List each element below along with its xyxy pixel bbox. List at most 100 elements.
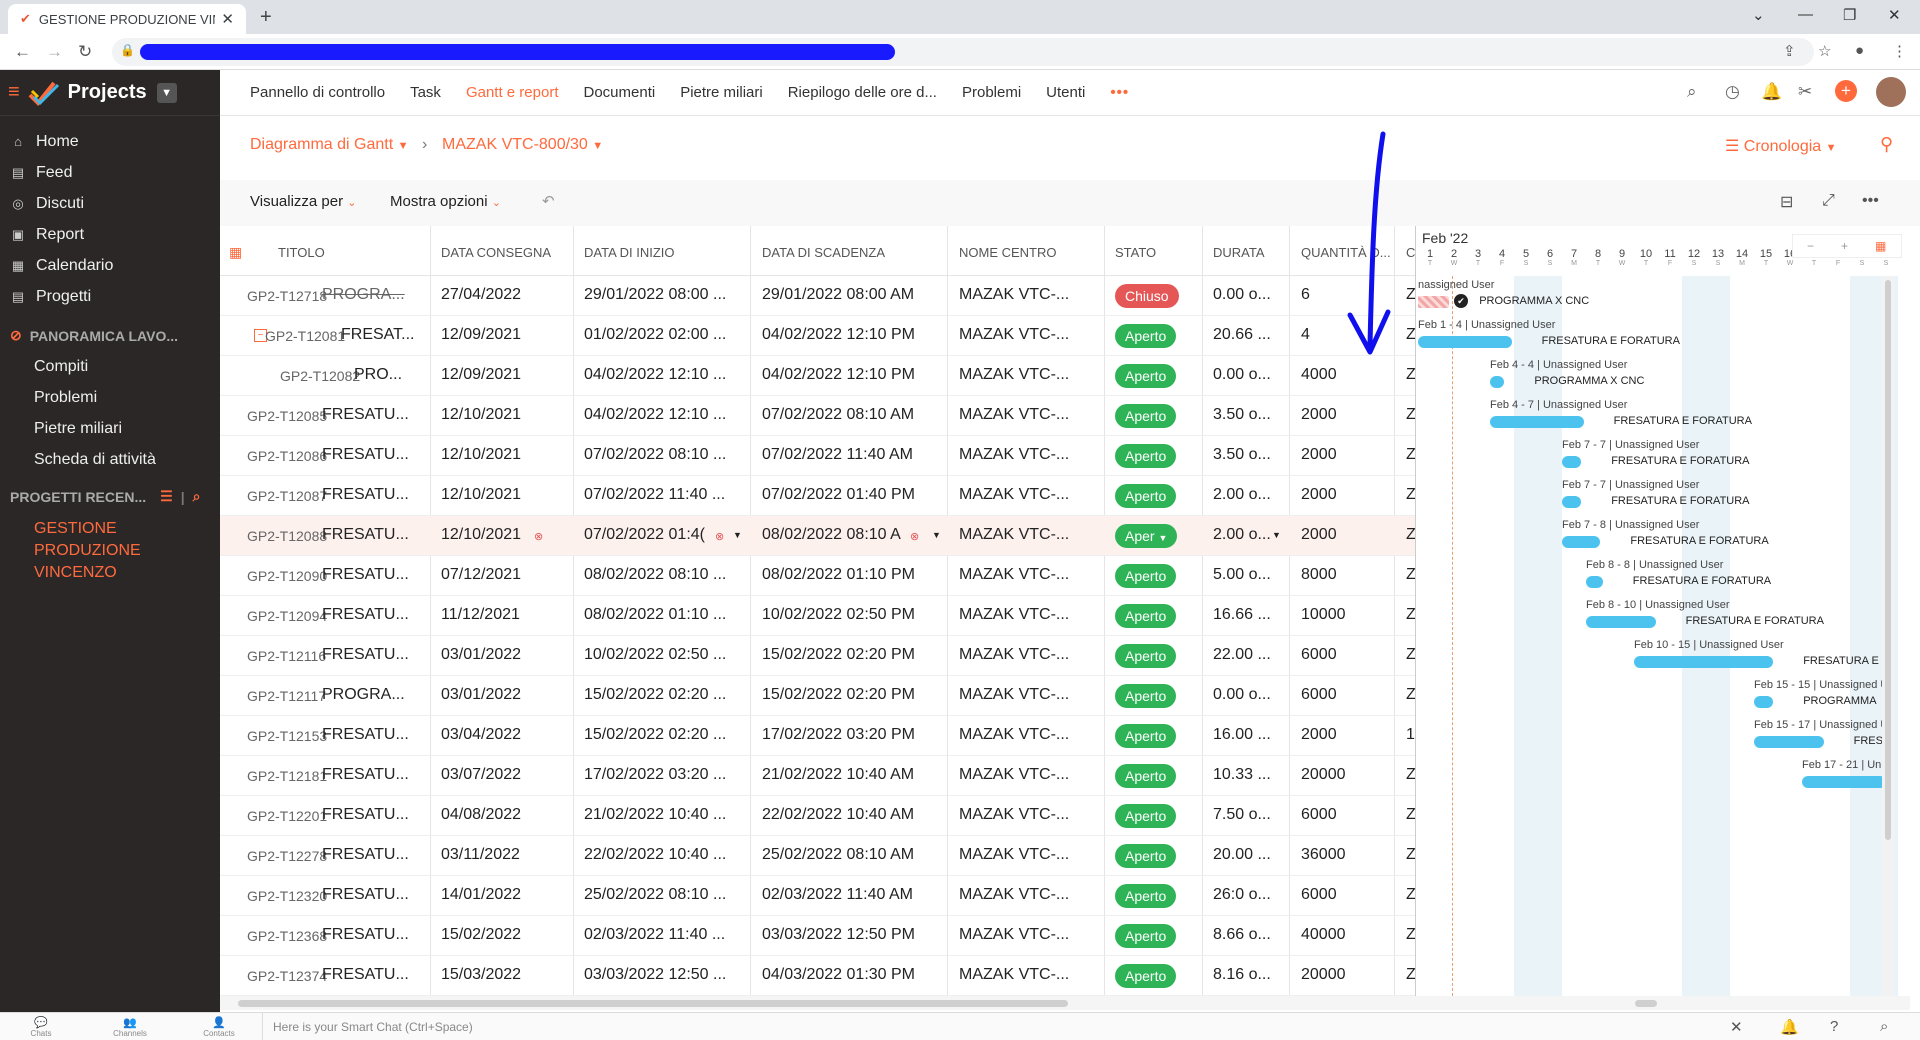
sidebar-subitem-compiti[interactable]: Compiti — [0, 351, 220, 382]
table-row[interactable]: GP2-T12116 FRESATU... 03/01/2022 10/02/2022… — [220, 636, 1415, 676]
status-badge[interactable]: Chiuso — [1115, 284, 1179, 308]
cell-quantita[interactable]: 4 — [1301, 326, 1310, 344]
header-data-inizio[interactable]: DATA DI INIZIO — [584, 245, 675, 260]
vertical-scrollbar[interactable] — [1882, 276, 1894, 996]
task-title[interactable]: FRESATU... — [322, 646, 428, 664]
sidebar-subitem-pietre-miliari[interactable]: Pietre miliari — [0, 413, 220, 444]
cell-nome-centro[interactable]: MAZAK VTC-... — [959, 326, 1069, 344]
gantt-task-bar[interactable] — [1562, 496, 1582, 508]
gantt-horizontal-scrollbar[interactable] — [1415, 996, 1910, 1010]
grid-horizontal-scrollbar[interactable] — [220, 996, 1415, 1010]
table-row[interactable]: GP2-T12153 FRESATU... 03/04/2022 15/02/2022… — [220, 716, 1415, 756]
cell-quantita[interactable]: 6000 — [1301, 686, 1337, 704]
cell-data-consegna[interactable]: 12/09/2021 — [441, 366, 521, 384]
search-icon[interactable]: ⌕ — [1687, 82, 1697, 102]
minimize-icon[interactable]: — — [1798, 6, 1813, 23]
table-row[interactable]: GP2-T12094 FRESATU... 11/12/2021 08/02/2022… — [220, 596, 1415, 636]
status-badge[interactable]: Aperto — [1115, 604, 1177, 628]
clear-date-icon[interactable]: ⊗ — [534, 530, 543, 543]
cell-nome-centro[interactable]: MAZAK VTC-... — [959, 486, 1069, 504]
cell-data-inizio[interactable]: 03/03/2022 12:50 ... — [584, 966, 726, 984]
table-row[interactable]: GP2-T12086 FRESATU... 12/10/2021 07/02/2022… — [220, 436, 1415, 476]
status-badge[interactable]: Aperto — [1115, 364, 1177, 388]
cell-data-inizio[interactable]: 02/03/2022 11:40 ... — [584, 926, 725, 944]
cell-quantita[interactable]: 4000 — [1301, 366, 1337, 384]
status-badge[interactable]: Aperto — [1115, 844, 1177, 868]
task-title[interactable]: FRESATU... — [322, 606, 428, 624]
cell-quantita[interactable]: 6 — [1301, 286, 1310, 304]
cell-data-scadenza[interactable]: 17/02/2022 03:20 PM — [762, 726, 915, 744]
cell-durata[interactable]: 16.00 ... — [1213, 726, 1271, 744]
cell-quantita[interactable]: 8000 — [1301, 566, 1337, 584]
search-icon[interactable]: ⌕ — [193, 488, 201, 505]
cell-data-consegna[interactable]: 12/10/2021 — [441, 446, 521, 464]
critical-path-icon[interactable]: ⊟ — [1780, 192, 1793, 212]
cell-data-inizio[interactable]: 08/02/2022 01:10 ... — [584, 606, 726, 624]
status-badge[interactable]: Aper ▼ — [1115, 524, 1178, 548]
table-row[interactable]: GP2-T12085 FRESATU... 12/10/2021 04/02/2022… — [220, 396, 1415, 436]
show-options-dropdown[interactable]: Mostra opzioni ⌄ — [390, 193, 501, 210]
cell-data-inizio[interactable]: 22/02/2022 10:40 ... — [584, 846, 726, 864]
cell-quantita[interactable]: 2000 — [1301, 406, 1337, 424]
cell-data-scadenza[interactable]: 04/02/2022 12:10 PM — [762, 366, 915, 384]
task-title[interactable]: PROGRA... — [322, 686, 428, 704]
cell-quantita[interactable]: 2000 — [1301, 446, 1337, 464]
cell-data-scadenza[interactable]: 21/02/2022 10:40 AM — [762, 766, 914, 784]
cell-data-inizio[interactable]: 29/01/2022 08:00 ... — [584, 286, 726, 304]
table-row[interactable]: GP2-T12087 FRESATU... 12/10/2021 07/02/2022… — [220, 476, 1415, 516]
cell-quantita[interactable]: 2000 — [1301, 726, 1337, 744]
cell-durata[interactable]: 8.66 o... — [1213, 926, 1271, 944]
cell-durata[interactable]: 3.50 o... — [1213, 446, 1271, 464]
status-badge[interactable]: Aperto — [1115, 564, 1177, 588]
task-title[interactable]: FRESATU... — [322, 766, 428, 784]
cell-data-consegna[interactable]: 07/12/2021 — [441, 566, 521, 584]
view-selector[interactable]: Diagramma di Gantt ▼ — [250, 136, 409, 154]
gantt-task-bar[interactable] — [1802, 776, 1886, 788]
cell-data-scadenza[interactable]: 25/02/2022 08:10 AM — [762, 846, 914, 864]
gantt-task-bar[interactable] — [1418, 336, 1512, 348]
gantt-task-bar[interactable] — [1754, 736, 1824, 748]
table-row[interactable]: GP2-T12278 FRESATU... 03/11/2022 22/02/2022… — [220, 836, 1415, 876]
cell-durata[interactable]: 7.50 o... — [1213, 806, 1271, 824]
caret-down-icon[interactable]: ▼ — [733, 530, 742, 540]
avatar[interactable] — [1876, 77, 1906, 107]
sidebar-subitem-problemi[interactable]: Problemi — [0, 382, 220, 413]
cell-data-inizio[interactable]: 17/02/2022 03:20 ... — [584, 766, 726, 784]
cell-data-consegna[interactable]: 15/02/2022 — [441, 926, 521, 944]
cell-data-scadenza[interactable]: 03/03/2022 12:50 PM — [762, 926, 915, 944]
filter-icon[interactable]: ⚲ — [1880, 134, 1893, 155]
task-title[interactable]: FRESATU... — [322, 486, 428, 504]
cell-nome-centro[interactable]: MAZAK VTC-... — [959, 526, 1069, 544]
cell-quantita[interactable]: 2000 — [1301, 526, 1337, 544]
header-stato[interactable]: STATO — [1115, 245, 1156, 260]
cell-data-inizio[interactable]: 15/02/2022 02:20 ... — [584, 686, 726, 704]
scrollbar-thumb[interactable] — [238, 1000, 1068, 1007]
status-badge[interactable]: Aperto — [1115, 644, 1177, 668]
cell-data-scadenza[interactable]: 04/03/2022 01:30 PM — [762, 966, 915, 984]
header-data-scadenza[interactable]: DATA DI SCADENZA — [762, 245, 885, 260]
cell-data-inizio[interactable]: 04/02/2022 12:10 ... — [584, 366, 726, 384]
tab-documenti[interactable]: Documenti — [584, 84, 656, 101]
cell-data-scadenza[interactable]: 02/03/2022 11:40 AM — [762, 886, 913, 904]
cell-data-consegna[interactable]: 27/04/2022 — [441, 286, 521, 304]
cell-data-consegna[interactable]: 12/10/2021 — [441, 406, 521, 424]
timer-icon[interactable]: ◷ — [1725, 82, 1740, 102]
app-switcher-caret-icon[interactable]: ▼ — [156, 82, 177, 103]
scrollbar-thumb[interactable] — [1635, 1000, 1657, 1007]
chats-button[interactable]: 💬 Chats — [16, 1016, 66, 1038]
hamburger-menu-icon[interactable]: ≡ — [8, 81, 20, 104]
cell-durata[interactable]: 8.16 o... — [1213, 966, 1271, 984]
cell-durata[interactable]: 2.00 o... — [1213, 526, 1271, 544]
cell-data-consegna[interactable]: 15/03/2022 — [441, 966, 521, 984]
cell-data-consegna[interactable]: 12/09/2021 — [441, 326, 521, 344]
cell-data-consegna[interactable]: 03/07/2022 — [441, 766, 521, 784]
cell-nome-centro[interactable]: MAZAK VTC-... — [959, 766, 1069, 784]
more-options-icon[interactable]: ••• — [1862, 192, 1879, 210]
cell-durata[interactable]: 0.00 o... — [1213, 366, 1271, 384]
recent-project-link[interactable]: GESTIONE PRODUZIONE VINCENZO — [0, 518, 190, 584]
cell-data-consegna[interactable]: 03/11/2022 — [441, 846, 520, 864]
new-tab-button[interactable]: + — [260, 6, 272, 29]
cell-nome-centro[interactable]: MAZAK VTC-... — [959, 606, 1069, 624]
task-title[interactable]: FRESATU... — [322, 566, 428, 584]
tab-problemi[interactable]: Problemi — [962, 84, 1021, 101]
